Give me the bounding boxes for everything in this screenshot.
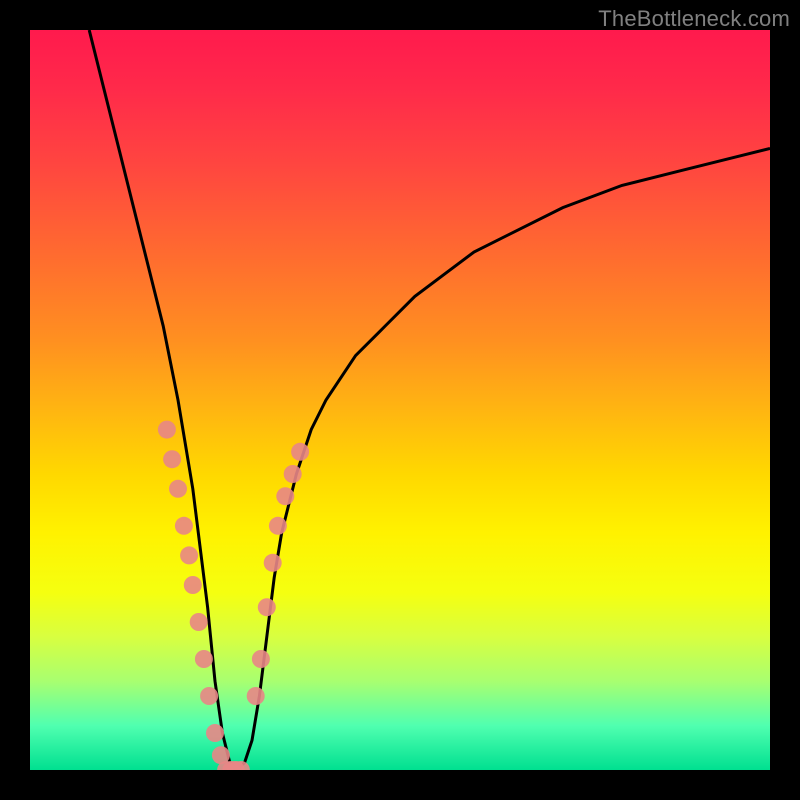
data-dot <box>269 517 287 535</box>
data-dot <box>180 546 198 564</box>
data-dot <box>200 687 218 705</box>
data-dot <box>175 517 193 535</box>
data-dot <box>284 465 302 483</box>
data-dot <box>158 421 176 439</box>
chart-svg <box>30 30 770 770</box>
watermark-text: TheBottleneck.com <box>598 6 790 32</box>
data-dot <box>264 554 282 572</box>
data-dot <box>276 487 294 505</box>
data-dot <box>252 650 270 668</box>
data-dot <box>291 443 309 461</box>
data-dot <box>184 576 202 594</box>
data-dot <box>163 450 181 468</box>
bottleneck-curve <box>89 30 770 770</box>
chart-container: TheBottleneck.com <box>0 0 800 800</box>
data-dot <box>169 480 187 498</box>
data-dot <box>190 613 208 631</box>
data-dot <box>195 650 213 668</box>
plot-area <box>30 30 770 770</box>
data-dot <box>206 724 224 742</box>
data-dot <box>258 598 276 616</box>
data-dots <box>158 421 309 770</box>
data-dot <box>247 687 265 705</box>
